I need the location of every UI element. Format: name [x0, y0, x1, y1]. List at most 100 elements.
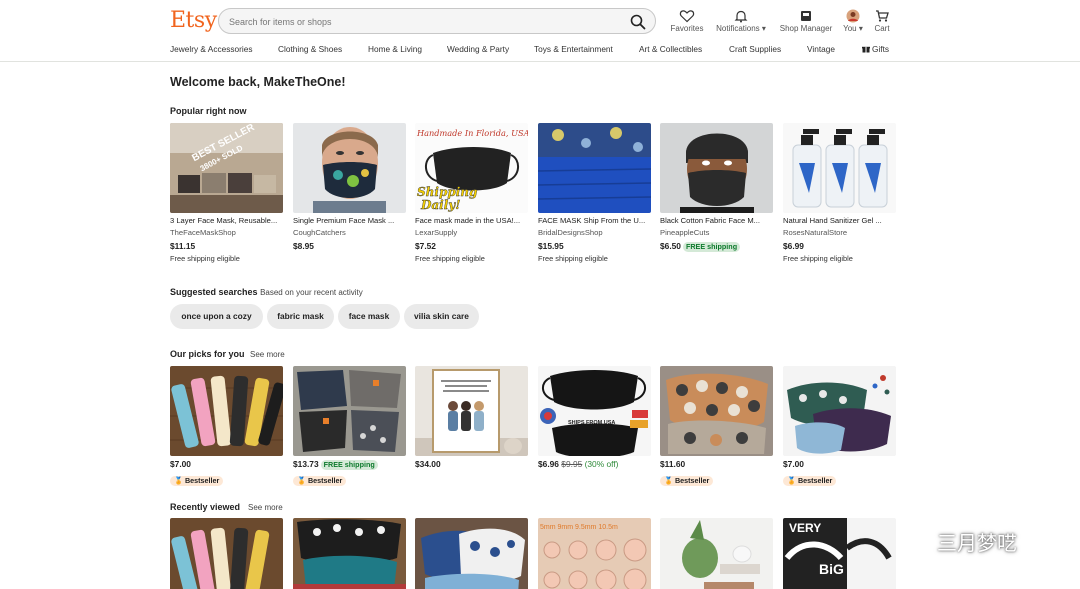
listing-card[interactable]: Handmade In Florida, USA Shipping Daily!… [415, 123, 528, 264]
listing-price: $13.73 FREE shipping [293, 459, 406, 470]
category-art[interactable]: Art & Collectibles [639, 44, 702, 54]
listing-image[interactable]: VERY BiG [783, 518, 896, 589]
search-chip[interactable]: fabric mask [267, 304, 334, 329]
listing-price: $7.00 [783, 459, 804, 469]
listing-shop[interactable]: RosesNaturalStore [783, 228, 896, 238]
shipping-note: Free shipping eligible [415, 254, 485, 263]
listing-image[interactable] [415, 366, 528, 456]
listing-image[interactable]: BEST SELLER 3800+ SOLD [170, 123, 283, 213]
recent-see-more-link[interactable]: See more [248, 503, 283, 512]
bestseller-badge: 🏅 Bestseller [170, 476, 224, 486]
pick-card[interactable]: SHIPS FROM USA $6.96 $9.95 (30% off) [538, 366, 651, 470]
shipping-note: Free shipping eligible [538, 254, 608, 263]
listing-card[interactable]: Single Premium Face Mask ... CoughCatche… [293, 123, 406, 252]
suggested-title: Suggested searches [170, 287, 258, 297]
category-vintage[interactable]: Vintage [807, 44, 835, 54]
listing-image[interactable]: 5mm 9mm 9.5mm 10.5m [538, 518, 651, 589]
category-wedding[interactable]: Wedding & Party [447, 44, 509, 54]
shipping-daily-caption-2: Daily! [420, 198, 461, 212]
site-header: Etsy Favorites Notifications ▾ Shop Mana… [0, 0, 1080, 62]
recent-card[interactable] [660, 518, 773, 589]
listing-image[interactable] [293, 366, 406, 456]
bell-icon [734, 10, 748, 23]
listing-card[interactable]: FACE MASK Ship From the U... BridalDesig… [538, 123, 651, 264]
listing-shop[interactable]: PineappleCuts [660, 228, 773, 238]
category-gifts[interactable]: Gifts [862, 44, 889, 54]
listing-card[interactable]: Natural Hand Sanitizer Gel ... RosesNatu… [783, 123, 896, 264]
notifications-link[interactable]: Notifications ▾ [712, 9, 770, 39]
pick-card[interactable]: $11.60 🏅 Bestseller [660, 366, 773, 488]
free-shipping-badge: FREE shipping [682, 242, 741, 252]
listing-image[interactable] [538, 123, 651, 213]
listing-shop[interactable]: TheFaceMaskShop [170, 228, 283, 238]
listing-image[interactable] [293, 518, 406, 589]
listing-shop[interactable]: CoughCatchers [293, 228, 406, 238]
recent-card[interactable]: 5mm 9mm 9.5mm 10.5m [538, 518, 651, 589]
listing-image[interactable] [660, 366, 773, 456]
category-home[interactable]: Home & Living [368, 44, 422, 54]
shop-icon [801, 11, 811, 21]
listing-image[interactable] [660, 518, 773, 589]
pick-card[interactable]: $13.73 FREE shipping 🏅 Bestseller [293, 366, 406, 488]
recent-card[interactable]: VERY BiG [783, 518, 896, 589]
picks-see-more-link[interactable]: See more [250, 350, 285, 359]
listing-shop[interactable]: BridalDesignsShop [538, 228, 651, 238]
category-jewelry[interactable]: Jewelry & Accessories [170, 44, 253, 54]
category-toys[interactable]: Toys & Entertainment [534, 44, 613, 54]
pick-card[interactable]: $34.00 [415, 366, 528, 470]
shop-manager-link[interactable]: Shop Manager [776, 9, 836, 39]
original-price: $9.95 [561, 459, 583, 469]
search-bar[interactable] [218, 8, 656, 34]
favorites-link[interactable]: Favorites [666, 9, 708, 39]
listing-shop[interactable]: LexarSupply [415, 228, 528, 238]
free-shipping-badge: FREE shipping [320, 460, 378, 470]
listing-title[interactable]: 3 Layer Face Mask, Reusable... [170, 216, 283, 226]
recent-card[interactable] [170, 518, 283, 589]
search-input[interactable] [229, 13, 609, 30]
search-icon[interactable] [629, 13, 647, 31]
listing-image[interactable] [170, 366, 283, 456]
cart-link[interactable]: Cart [870, 9, 894, 39]
listing-image[interactable] [783, 366, 896, 456]
listing-card[interactable]: Black Cotton Fabric Face M... PineappleC… [660, 123, 773, 252]
bestseller-label: Bestseller [674, 476, 710, 485]
listing-title[interactable]: FACE MASK Ship From the U... [538, 216, 651, 226]
popular-heading: Popular right now [170, 106, 247, 116]
heart-icon [679, 10, 695, 23]
category-gifts-label: Gifts [872, 44, 890, 54]
welcome-heading: Welcome back, MakeTheOne! [170, 75, 346, 89]
you-menu[interactable]: You ▾ [838, 9, 868, 39]
search-chip[interactable]: once upon a cozy [170, 304, 263, 329]
bestseller-badge: 🏅 Bestseller [293, 476, 347, 486]
listing-price: $6.96 $9.95 (30% off) [538, 459, 651, 470]
bead-sizes-caption: 5mm 9mm 9.5mm 10.5m [540, 524, 618, 531]
listing-card[interactable]: BEST SELLER 3800+ SOLD 3 Layer Face Mask… [170, 123, 283, 264]
notifications-label: Notifications ▾ [716, 24, 766, 33]
listing-price: $15.95 [538, 241, 564, 251]
shipping-note: Free shipping eligible [170, 254, 240, 263]
watermark: 三月梦呓 [895, 523, 1055, 559]
listing-image[interactable] [783, 123, 896, 213]
pick-card[interactable]: $7.00 🏅 Bestseller [783, 366, 896, 488]
listing-image[interactable] [660, 123, 773, 213]
category-clothing[interactable]: Clothing & Shoes [278, 44, 342, 54]
recent-card[interactable] [293, 518, 406, 589]
cart-label: Cart [874, 24, 890, 33]
pick-card[interactable]: $7.00 🏅 Bestseller [170, 366, 283, 488]
etsy-logo[interactable]: Etsy [170, 8, 217, 33]
listing-title[interactable]: Single Premium Face Mask ... [293, 216, 406, 226]
listing-image[interactable]: SHIPS FROM USA [538, 366, 651, 456]
search-chip[interactable]: vilia skin care [404, 304, 479, 329]
listing-title[interactable]: Black Cotton Fabric Face M... [660, 216, 773, 226]
listing-image[interactable] [415, 518, 528, 589]
listing-image[interactable] [170, 518, 283, 589]
listing-price: $8.95 [293, 241, 314, 251]
search-chip[interactable]: face mask [338, 304, 400, 329]
listing-title[interactable]: Face mask made in the USA!... [415, 216, 528, 226]
discount-label: (30% off) [584, 459, 619, 469]
listing-image[interactable] [293, 123, 406, 213]
listing-image[interactable]: Handmade In Florida, USA Shipping Daily! [415, 123, 528, 213]
listing-title[interactable]: Natural Hand Sanitizer Gel ... [783, 216, 896, 226]
category-craft[interactable]: Craft Supplies [729, 44, 781, 54]
recent-card[interactable] [415, 518, 528, 589]
